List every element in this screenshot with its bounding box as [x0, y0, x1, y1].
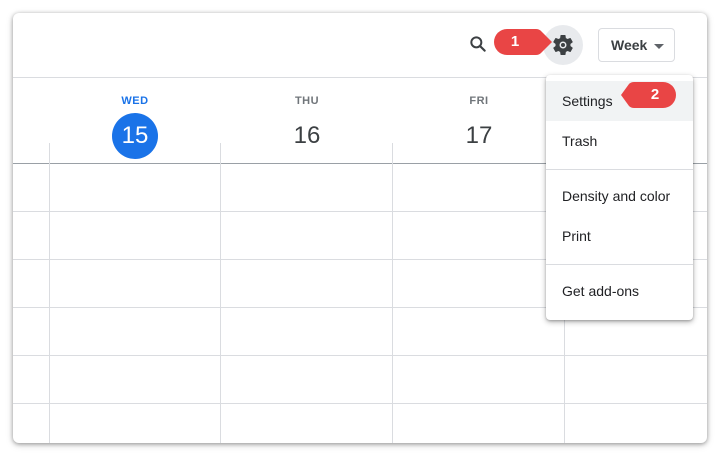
step-callout-2: 2 — [620, 80, 678, 110]
callout-number: 2 — [650, 86, 660, 103]
day-number[interactable]: 17 — [456, 113, 502, 159]
day-of-week: FRI — [469, 95, 489, 107]
grid-column-divider — [220, 143, 221, 443]
menu-item-print[interactable]: Print — [546, 216, 693, 256]
menu-item-density-and-color[interactable]: Density and color — [546, 176, 693, 216]
view-selector-label: Week — [611, 37, 648, 53]
day-header-fri[interactable]: FRI 17 — [393, 77, 565, 163]
view-selector[interactable]: Week — [598, 28, 675, 62]
grid-column-divider — [392, 143, 393, 443]
day-of-week: THU — [294, 95, 320, 107]
search-button[interactable] — [463, 29, 493, 59]
menu-item-trash[interactable]: Trash — [546, 121, 693, 161]
grid-hour-line — [13, 355, 707, 356]
gear-icon — [553, 34, 573, 55]
caret-down-icon — [654, 44, 664, 49]
menu-divider — [546, 169, 693, 170]
settings-dropdown-menu: Settings Trash Density and color Print G… — [546, 75, 693, 320]
calendar-toolbar: Week — [13, 13, 707, 78]
grid-hour-line — [13, 403, 707, 404]
search-icon — [470, 36, 486, 52]
menu-item-get-add-ons[interactable]: Get add-ons — [546, 271, 693, 311]
step-callout-1: 1 — [492, 27, 554, 57]
day-number[interactable]: 16 — [284, 113, 330, 159]
day-header-thu[interactable]: THU 16 — [221, 77, 393, 163]
day-of-week: WED — [121, 95, 149, 107]
menu-divider — [546, 264, 693, 265]
grid-column-divider — [49, 143, 50, 443]
day-number[interactable]: 15 — [112, 113, 158, 159]
callout-number: 1 — [510, 33, 520, 50]
day-header-wed[interactable]: WED 15 — [49, 77, 221, 163]
